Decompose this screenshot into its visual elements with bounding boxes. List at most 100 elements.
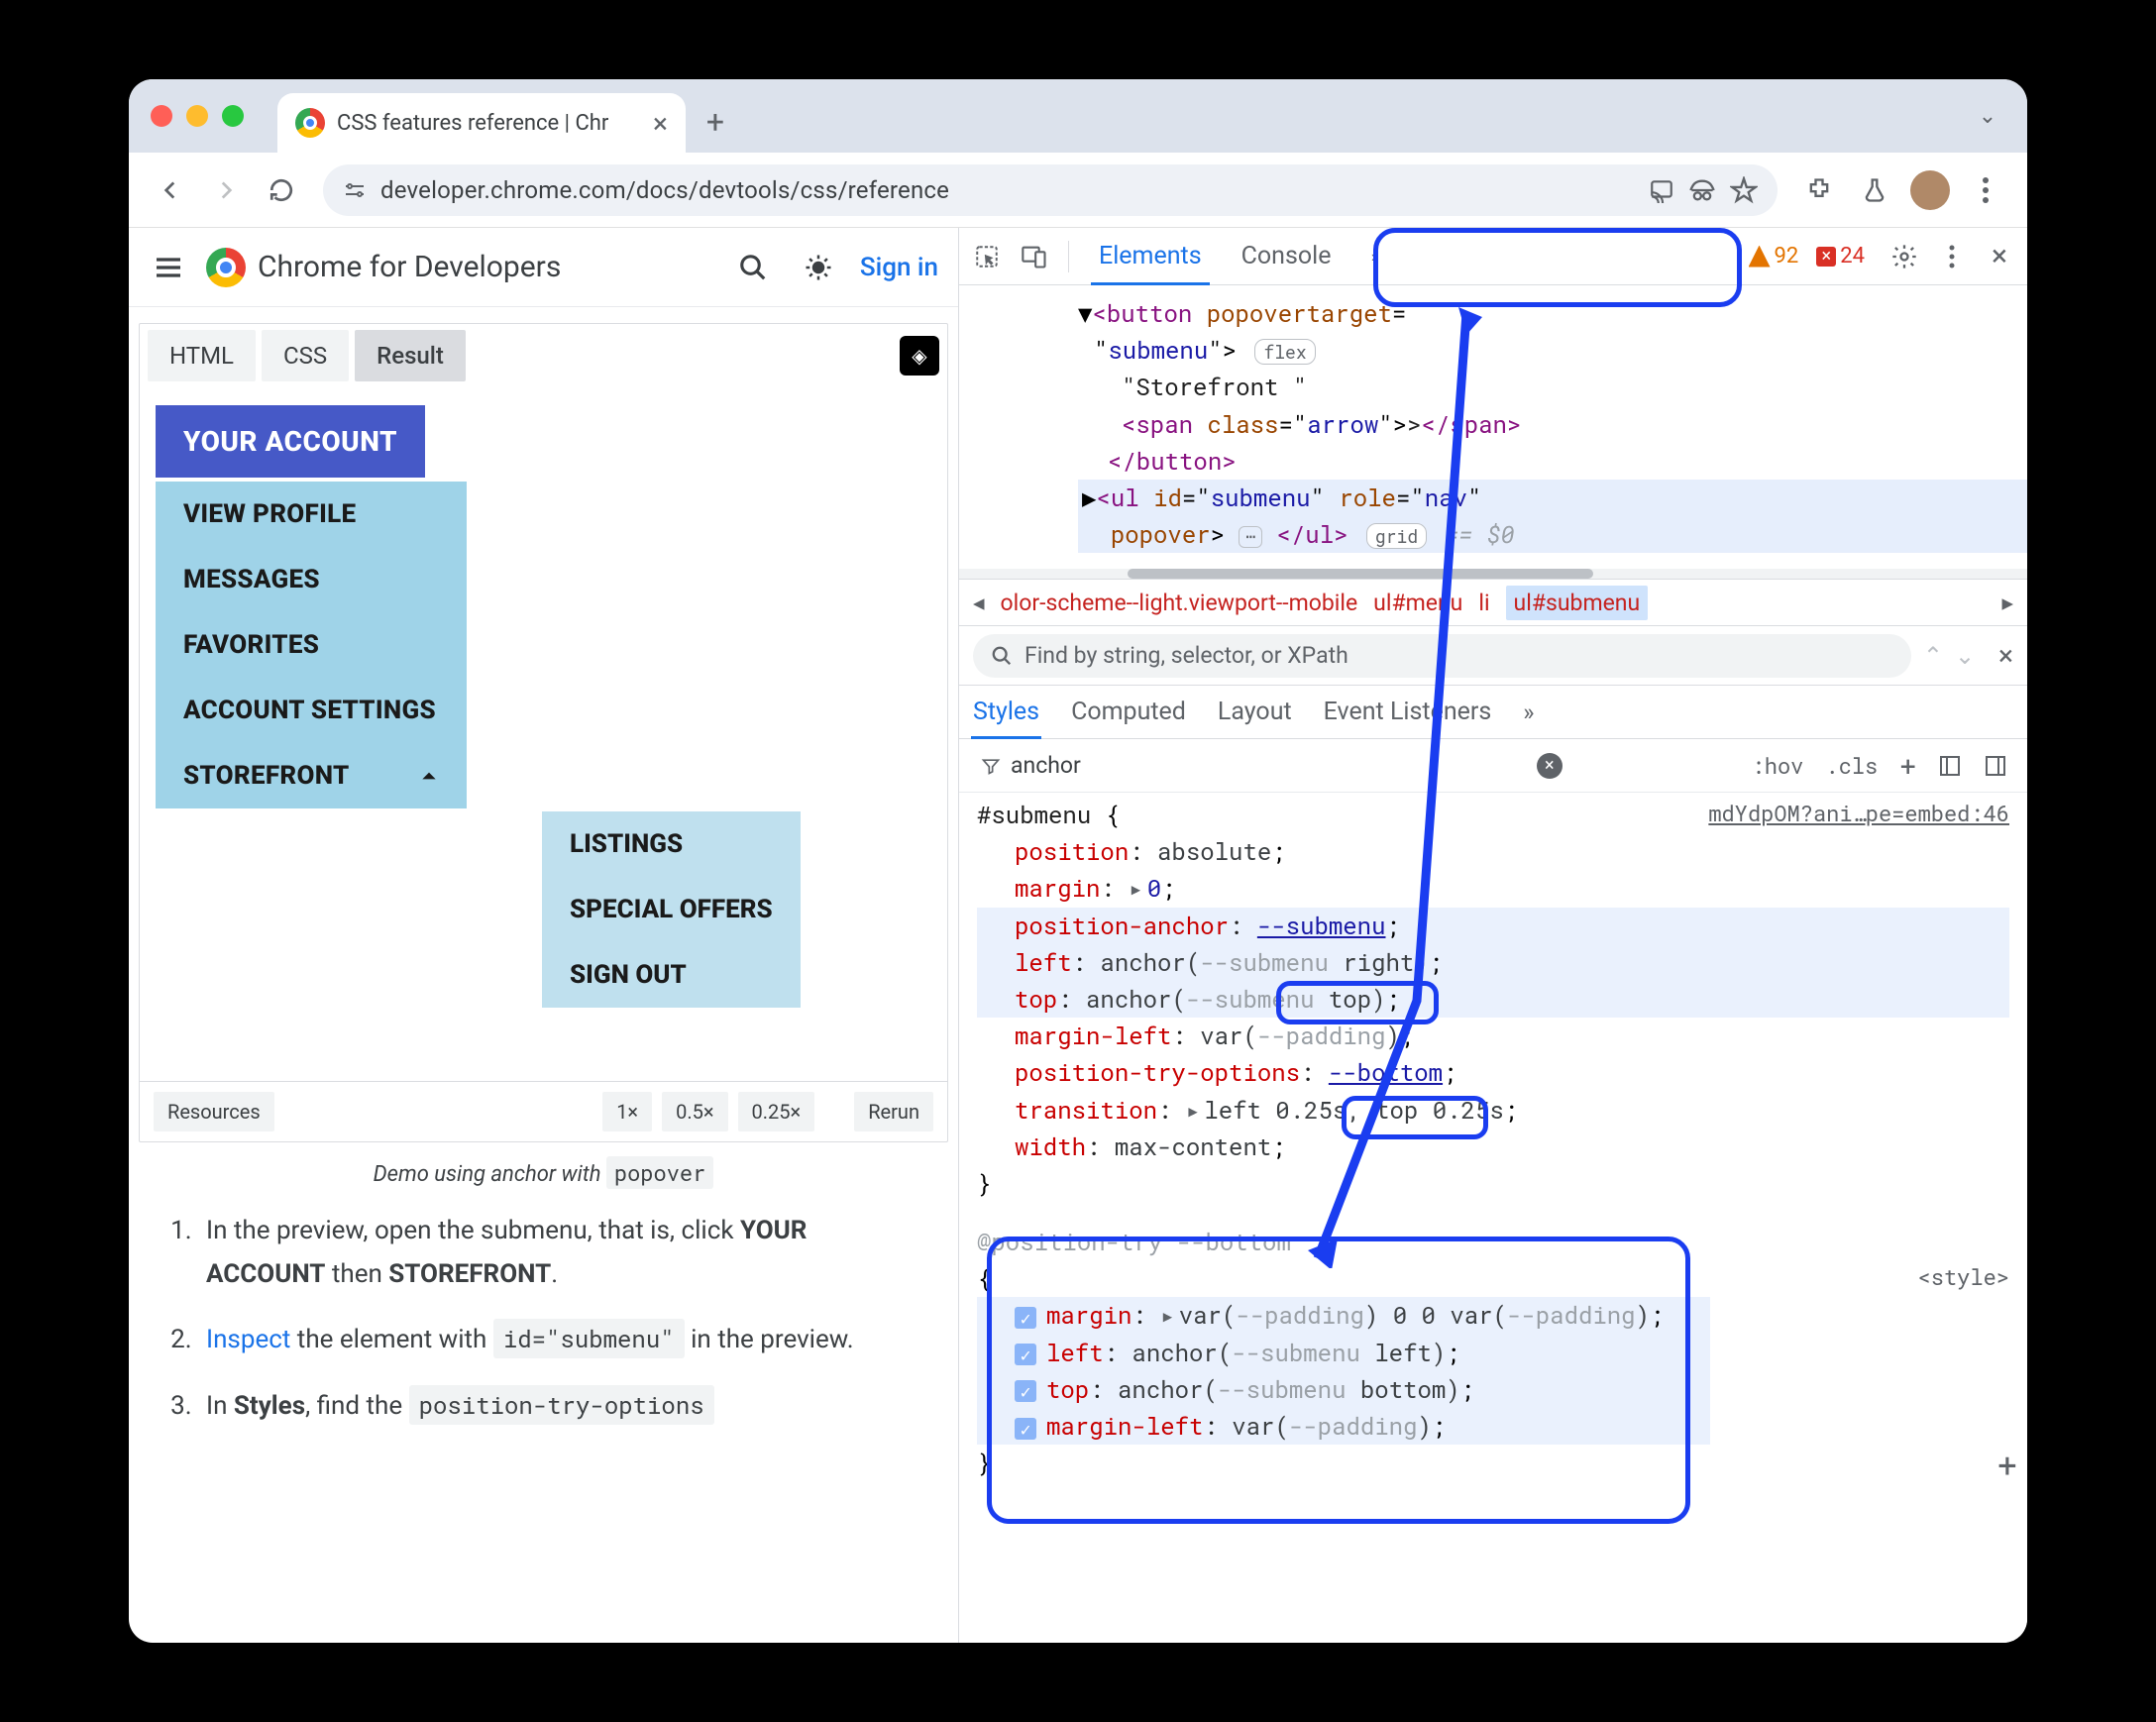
menu-item[interactable]: MESSAGES xyxy=(156,547,467,612)
crumb[interactable]: li xyxy=(1478,590,1489,616)
embed-footer: Resources 1× 0.5× 0.25× Rerun xyxy=(140,1081,947,1141)
embed-tab-css[interactable]: CSS xyxy=(262,330,349,381)
dom-tree[interactable]: ▼<button popovertarget= "submenu"> flex … xyxy=(959,285,2027,569)
errors-badge[interactable]: 24 xyxy=(1816,244,1865,269)
checkbox-icon[interactable] xyxy=(1015,1344,1036,1365)
account-menu: VIEW PROFILE MESSAGES FAVORITES ACCOUNT … xyxy=(156,482,467,808)
cast-icon[interactable] xyxy=(1649,177,1674,203)
menu-item-storefront[interactable]: STOREFRONT xyxy=(156,743,467,808)
zoom-05x[interactable]: 0.5× xyxy=(662,1092,727,1131)
forward-button[interactable] xyxy=(202,166,250,214)
maximize-window-icon[interactable] xyxy=(222,105,244,127)
reload-button[interactable] xyxy=(258,166,305,214)
tab-layout[interactable]: Layout xyxy=(1218,686,1292,738)
new-tab-button[interactable]: + xyxy=(694,100,737,144)
filter-value: anchor xyxy=(1011,752,1081,779)
chrome-logo-icon xyxy=(206,248,246,287)
more-tabs-icon[interactable]: » xyxy=(1352,235,1396,278)
zoom-1x[interactable]: 1× xyxy=(602,1092,652,1131)
account-button[interactable]: YOUR ACCOUNT xyxy=(156,405,425,478)
back-button[interactable] xyxy=(147,166,194,214)
computed-toggle-icon[interactable] xyxy=(1932,750,1968,782)
zoom-025x[interactable]: 0.25× xyxy=(738,1092,815,1131)
theme-toggle-icon[interactable] xyxy=(795,244,842,291)
kebab-menu-icon[interactable] xyxy=(1930,235,1974,278)
submenu: LISTINGS SPECIAL OFFERS SIGN OUT xyxy=(542,811,801,1008)
close-devtools-icon[interactable]: × xyxy=(1978,235,2021,278)
find-input[interactable]: Find by string, selector, or XPath xyxy=(973,634,1911,678)
site-brand[interactable]: Chrome for Developers xyxy=(206,248,561,287)
tab-event-listeners[interactable]: Event Listeners xyxy=(1324,686,1492,738)
checkbox-icon[interactable] xyxy=(1015,1380,1036,1402)
warnings-badge[interactable]: 92 xyxy=(1749,244,1799,269)
tab-styles[interactable]: Styles xyxy=(973,686,1039,738)
dom-scrollbar[interactable] xyxy=(959,569,2027,579)
find-close-icon[interactable]: × xyxy=(1998,639,2013,672)
rendering-icon[interactable] xyxy=(1978,750,2013,782)
devtools-tabstrip: Elements Console » 92 24 × xyxy=(959,228,2027,285)
chrome-menu-icon[interactable] xyxy=(1962,166,2009,214)
search-icon xyxy=(991,645,1013,667)
style-source[interactable]: <style> xyxy=(1918,1260,2009,1294)
crumb-scroll-left-icon[interactable]: ◂ xyxy=(973,590,985,616)
cls-button[interactable]: .cls xyxy=(1819,747,1884,784)
labs-icon[interactable] xyxy=(1851,166,1898,214)
menu-item[interactable]: VIEW PROFILE xyxy=(156,482,467,547)
incognito-icon[interactable] xyxy=(1688,176,1716,204)
crumb[interactable]: olor-scheme--light.viewport--mobile xyxy=(1001,590,1358,616)
submenu-item[interactable]: SPECIAL OFFERS xyxy=(542,877,801,942)
url-text: developer.chrome.com/docs/devtools/css/r… xyxy=(380,176,949,204)
settings-icon[interactable] xyxy=(1883,235,1926,278)
find-placeholder: Find by string, selector, or XPath xyxy=(1024,642,1348,669)
crumb-selected[interactable]: ul#submenu xyxy=(1506,586,1649,620)
submenu-item[interactable]: LISTINGS xyxy=(542,811,801,877)
more-styles-tabs-icon[interactable]: » xyxy=(1523,699,1534,738)
tab-elements[interactable]: Elements xyxy=(1081,228,1220,284)
find-next-icon[interactable]: ⌄ xyxy=(1955,642,1975,670)
rerun-button[interactable]: Rerun xyxy=(854,1092,933,1131)
tab-console[interactable]: Console xyxy=(1224,228,1349,284)
inspect-link[interactable]: Inspect xyxy=(206,1325,290,1354)
tab-strip: CSS features reference | Chr × + ⌄ xyxy=(129,79,2027,153)
close-window-icon[interactable] xyxy=(151,105,172,127)
find-prev-icon[interactable]: ⌃ xyxy=(1923,642,1943,670)
tab-computed[interactable]: Computed xyxy=(1071,686,1186,738)
new-rule-icon[interactable]: + xyxy=(1893,743,1922,788)
menu-item[interactable]: FAVORITES xyxy=(156,612,467,678)
styles-rules[interactable]: mdYdpOM?ani…pe=embed:46 #submenu { posit… xyxy=(959,793,2027,1491)
error-icon xyxy=(1816,247,1836,267)
bookmark-star-icon[interactable] xyxy=(1730,176,1758,204)
menu-icon[interactable] xyxy=(149,248,188,287)
tabs-dropdown-icon[interactable]: ⌄ xyxy=(1968,96,2007,136)
embed-container: HTML CSS Result ◈ YOUR ACCOUNT VIEW PROF… xyxy=(129,307,958,1142)
add-rule-icon[interactable]: + xyxy=(1997,1440,2017,1492)
styles-filter[interactable]: anchor × xyxy=(973,747,1570,785)
embed-tabs: HTML CSS Result ◈ xyxy=(140,324,947,387)
address-bar[interactable]: developer.chrome.com/docs/devtools/css/r… xyxy=(323,164,1778,216)
search-icon[interactable] xyxy=(729,244,777,291)
crumb[interactable]: ul#menu xyxy=(1373,590,1462,616)
codepen-logo-icon[interactable]: ◈ xyxy=(900,336,939,376)
extensions-icon[interactable] xyxy=(1795,166,1843,214)
submenu-item[interactable]: SIGN OUT xyxy=(542,942,801,1008)
inspect-tool-icon[interactable] xyxy=(965,235,1009,278)
clear-filter-icon[interactable]: × xyxy=(1537,753,1563,779)
source-link[interactable]: mdYdpOM?ani…pe=embed:46 xyxy=(1708,797,2009,830)
embed-tab-html[interactable]: HTML xyxy=(148,330,256,381)
embed-tab-result[interactable]: Result xyxy=(355,330,466,381)
checkbox-icon[interactable] xyxy=(1015,1307,1036,1329)
crumb-scroll-right-icon[interactable]: ▸ xyxy=(2001,590,2013,616)
close-tab-icon[interactable]: × xyxy=(653,107,668,140)
hov-button[interactable]: :hov xyxy=(1746,747,1810,784)
minimize-window-icon[interactable] xyxy=(186,105,208,127)
resources-button[interactable]: Resources xyxy=(154,1092,274,1131)
site-settings-icon xyxy=(343,178,367,202)
device-toolbar-icon[interactable] xyxy=(1013,235,1056,278)
browser-window: CSS features reference | Chr × + ⌄ devel… xyxy=(129,79,2027,1643)
profile-avatar[interactable] xyxy=(1906,166,1954,214)
checkbox-icon[interactable] xyxy=(1015,1418,1036,1440)
browser-toolbar: developer.chrome.com/docs/devtools/css/r… xyxy=(129,153,2027,228)
browser-tab[interactable]: CSS features reference | Chr × xyxy=(277,93,686,153)
menu-item[interactable]: ACCOUNT SETTINGS xyxy=(156,678,467,743)
sign-in-link[interactable]: Sign in xyxy=(860,253,938,282)
